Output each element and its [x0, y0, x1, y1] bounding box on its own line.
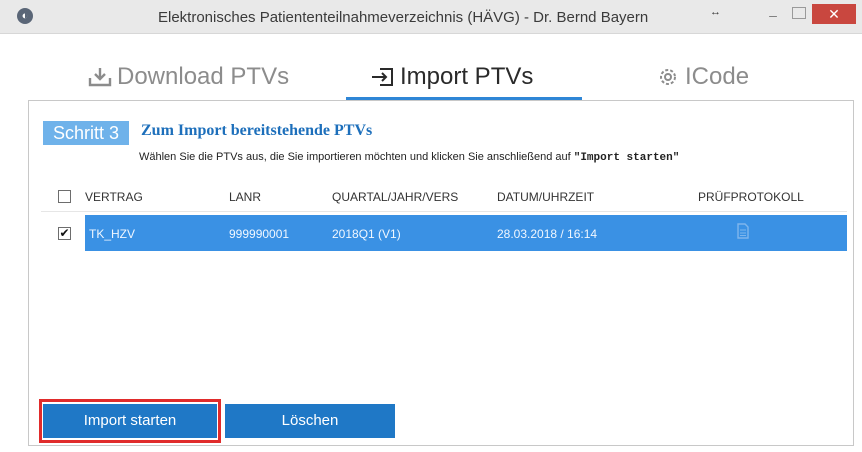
cell-vertrag: TK_HZV [89, 227, 136, 241]
tab-bar: Download PTVs Import PTVs ICode [0, 35, 862, 105]
step-heading: Zum Import bereitstehende PTVs [141, 122, 373, 139]
column-header-quartal[interactable]: QUARTAL/JAHR/VERS [332, 190, 458, 204]
app-icon: ◐ [17, 8, 33, 24]
minimize-button[interactable]: – [762, 7, 784, 25]
tab-icode[interactable]: ICode [655, 63, 749, 91]
delete-button[interactable]: Löschen [225, 404, 395, 438]
import-icon [370, 66, 396, 88]
row-checkbox[interactable]: ✔ [58, 227, 71, 240]
column-header-vertrag[interactable]: VERTRAG [85, 190, 143, 204]
column-header-pruefprotokoll[interactable]: PRÜFPROTOKOLL [698, 190, 804, 204]
close-button[interactable]: ✕ [812, 4, 856, 24]
download-icon [87, 66, 113, 88]
tab-import-label: Import PTVs [400, 63, 534, 90]
table-row[interactable]: ✔ TK_HZV 999990001 2018Q1 (V1) 28.03.201… [41, 215, 847, 251]
window-title: Elektronisches Patiententeilnahmeverzeic… [158, 9, 649, 26]
resize-arrows-icon: ↔ [710, 6, 721, 18]
step-description: Wählen Sie die PTVs aus, die Sie importi… [139, 151, 679, 164]
step-description-emphasis: "Import starten" [573, 152, 680, 164]
import-panel: Schritt 3 Zum Import bereitstehende PTVs… [28, 100, 854, 446]
step-description-text: Wählen Sie die PTVs aus, die Sie importi… [139, 151, 574, 163]
title-bar: ◐ Elektronisches Patiententeilnahmeverze… [0, 0, 862, 34]
cell-datum: 28.03.2018 / 16:14 [497, 227, 598, 241]
maximize-button[interactable] [792, 7, 806, 19]
cell-lanr: 999990001 [229, 227, 290, 241]
cell-quartal: 2018Q1 (V1) [332, 227, 401, 241]
document-icon[interactable] [737, 223, 749, 239]
tab-icode-label: ICode [685, 63, 750, 90]
row-selection-highlight [85, 215, 847, 251]
tab-import-ptvs[interactable]: Import PTVs [370, 63, 533, 91]
tab-download-label: Download PTVs [117, 63, 290, 90]
column-header-datum[interactable]: DATUM/UHRZEIT [497, 190, 594, 204]
ptv-table: VERTRAG LANR QUARTAL/JAHR/VERS DATUM/UHR… [41, 177, 847, 251]
table-header: VERTRAG LANR QUARTAL/JAHR/VERS DATUM/UHR… [41, 177, 847, 212]
select-all-checkbox[interactable] [58, 190, 71, 203]
import-start-button[interactable]: Import starten [43, 404, 217, 438]
gear-icon [655, 66, 681, 88]
column-header-lanr[interactable]: LANR [229, 190, 261, 204]
tab-download-ptvs[interactable]: Download PTVs [87, 63, 289, 91]
step-badge: Schritt 3 [43, 121, 129, 145]
